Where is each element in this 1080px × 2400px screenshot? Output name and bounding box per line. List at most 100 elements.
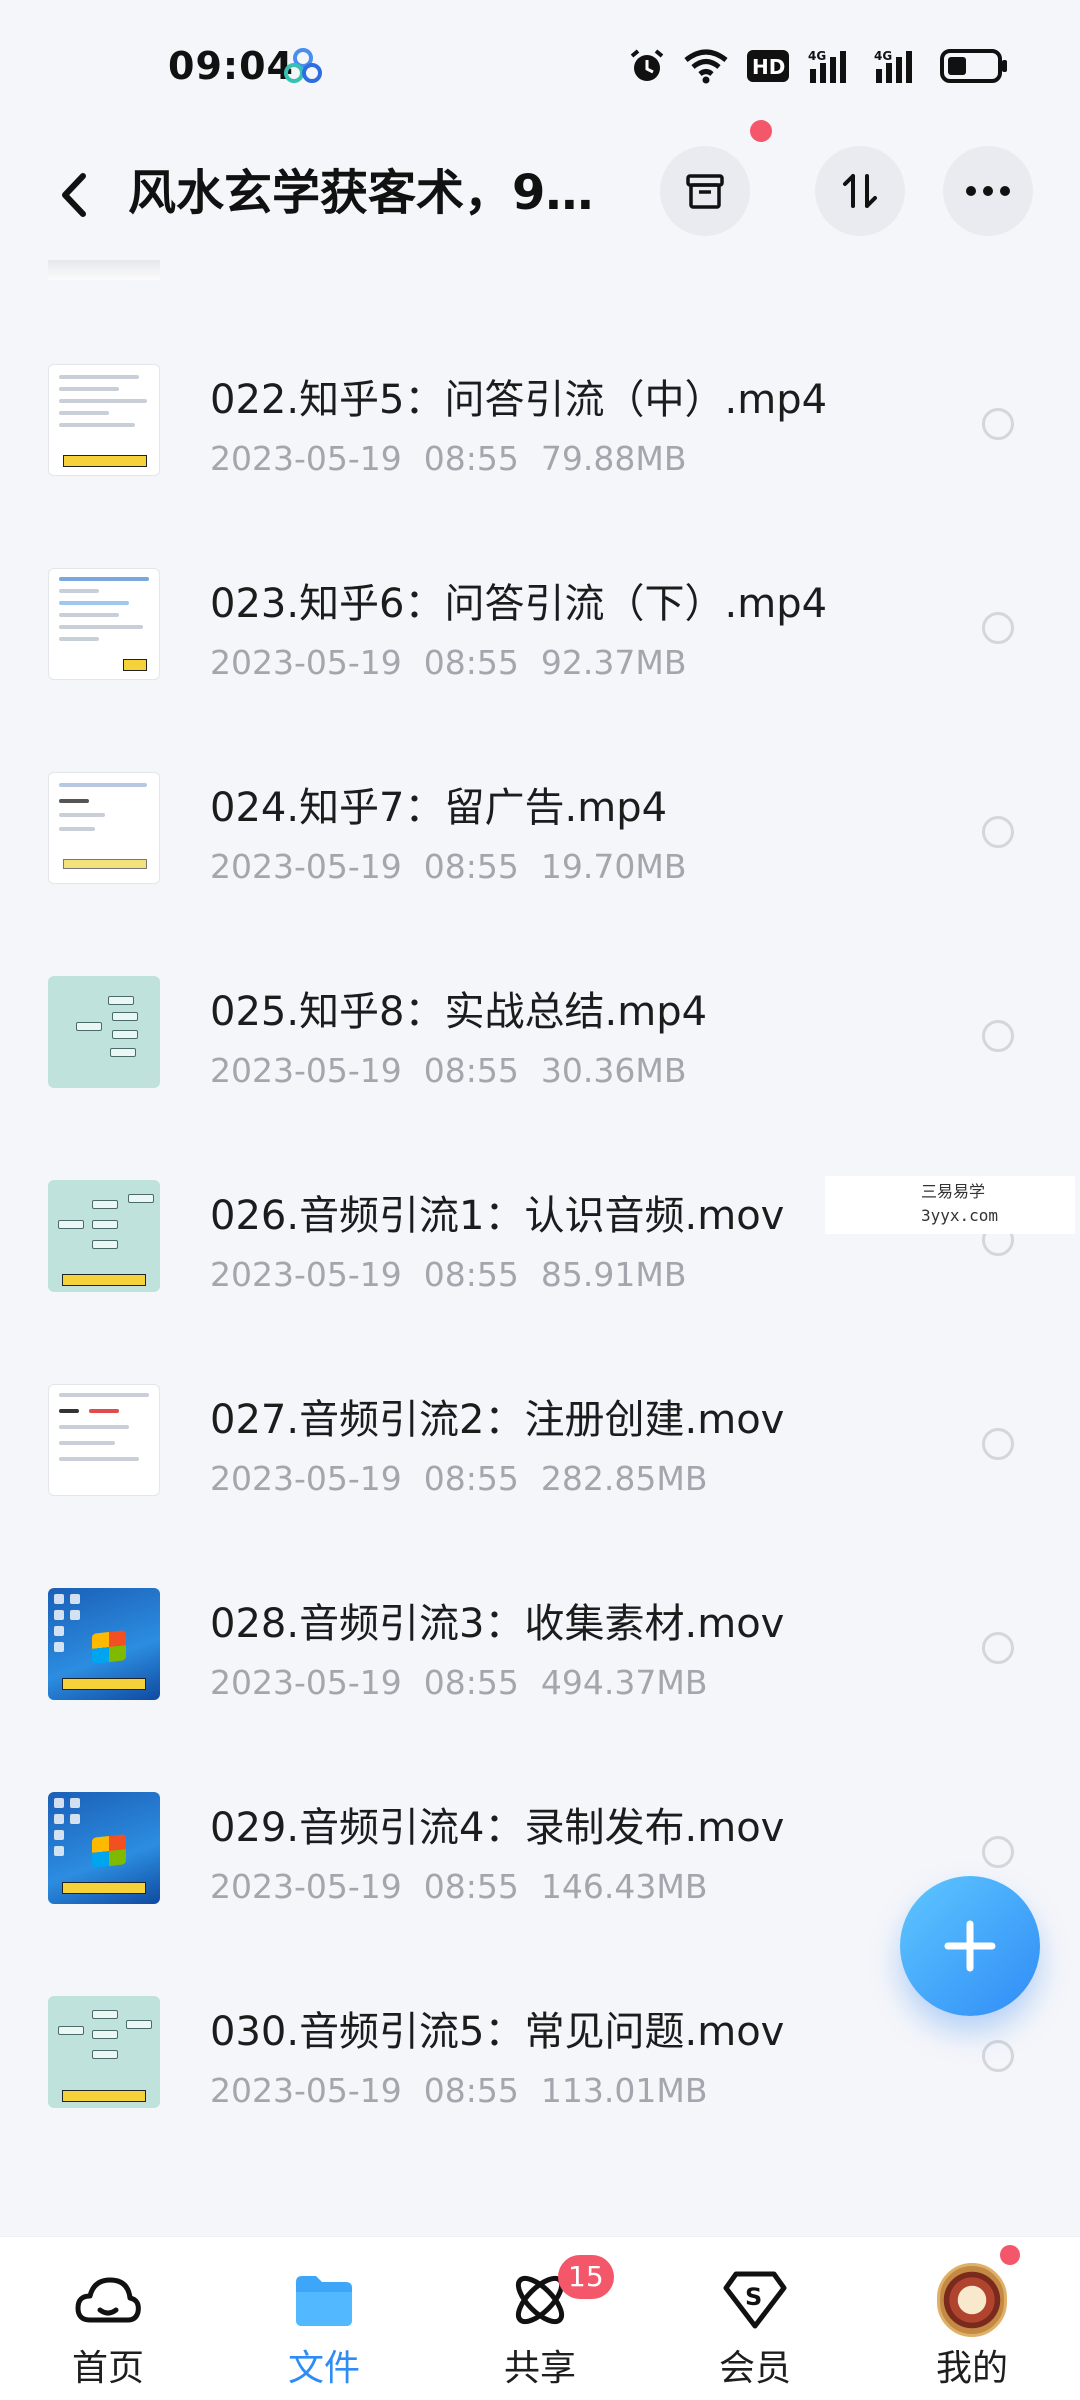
nav-label: 首页	[71, 2348, 144, 2389]
video-thumbnail	[48, 1384, 160, 1496]
archive-button[interactable]	[660, 146, 750, 236]
file-item[interactable]: 028.音频引流3：收集素材.mov 2023-05-19 08:55 494.37…	[0, 1548, 1080, 1752]
video-thumbnail	[48, 772, 160, 884]
file-name: 026.音频引流1：认识音频.mov	[210, 1193, 785, 1239]
app-notification-icon	[283, 46, 323, 86]
nav-vip[interactable]: S 会员	[655, 2237, 855, 2400]
nav-label: 会员	[718, 2348, 791, 2389]
sort-button[interactable]	[815, 146, 905, 236]
file-name: 030.音频引流5：常见问题.mov	[210, 2009, 785, 2055]
video-thumbnail	[48, 1792, 160, 1904]
plus-icon	[944, 1920, 996, 1972]
svg-text:4G: 4G	[808, 49, 826, 63]
nav-mine[interactable]: 我的	[872, 2237, 1072, 2400]
video-thumbnail	[48, 976, 160, 1088]
select-checkbox[interactable]	[982, 2040, 1014, 2072]
svg-text:HD: HD	[752, 55, 785, 79]
file-time: 08:55	[423, 1663, 519, 1702]
notification-dot	[750, 120, 772, 142]
file-time: 08:55	[423, 1867, 519, 1906]
file-item[interactable]: 026.音频引流1：认识音频.mov 2023-05-19 08:55 85.91M…	[0, 1140, 1080, 1344]
battery-icon	[940, 49, 1008, 83]
file-time: 08:55	[423, 439, 519, 478]
video-thumbnail	[48, 364, 160, 476]
file-time: 08:55	[423, 1255, 519, 1294]
file-meta: 2023-05-19 08:55 85.91MB	[210, 1252, 708, 1298]
sort-icon	[843, 174, 877, 208]
file-name: 029.音频引流4：录制发布.mov	[210, 1805, 785, 1851]
more-options-button[interactable]	[943, 146, 1033, 236]
file-name: 025.知乎8：实战总结.mp4	[210, 989, 708, 1035]
folder-icon	[289, 2265, 359, 2335]
file-item[interactable]: 027.音频引流2：注册创建.mov 2023-05-19 08:55 282.85…	[0, 1344, 1080, 1548]
hd-icon: HD	[746, 49, 790, 83]
video-thumbnail	[48, 568, 160, 680]
file-name: 023.知乎6：问答引流（下）.mp4	[210, 581, 828, 627]
signal-4g-icon: 4G	[808, 47, 856, 85]
nav-label: 文件	[287, 2348, 360, 2389]
file-date: 2023-05-19	[210, 1663, 402, 1702]
watermark-line2: 3yyx.com	[921, 1206, 999, 1225]
back-button[interactable]	[44, 160, 104, 230]
page-title: 风水玄学获客术，9...	[128, 165, 598, 221]
video-thumbnail	[48, 1588, 160, 1700]
file-size: 113.01MB	[540, 2071, 708, 2110]
nav-label: 共享	[503, 2348, 576, 2389]
status-icons: HD 4G 4G	[628, 44, 1008, 88]
video-thumbnail	[48, 1996, 160, 2108]
file-time: 08:55	[423, 1459, 519, 1498]
select-checkbox[interactable]	[982, 408, 1014, 440]
file-size: 146.43MB	[540, 1867, 708, 1906]
file-item[interactable]: 025.知乎8：实战总结.mp4 2023-05-19 08:55 30.36MB	[0, 936, 1080, 1140]
add-button[interactable]	[900, 1876, 1040, 2016]
select-checkbox[interactable]	[982, 1428, 1014, 1460]
file-item[interactable]: 023.知乎6：问答引流（下）.mp4 2023-05-19 08:55 92.37…	[0, 528, 1080, 732]
file-meta: 2023-05-19 08:55 30.36MB	[210, 1048, 708, 1094]
select-checkbox[interactable]	[982, 1836, 1014, 1868]
file-size: 19.70MB	[540, 847, 687, 886]
file-date: 2023-05-19	[210, 1255, 402, 1294]
file-name: 024.知乎7：留广告.mp4	[210, 785, 668, 831]
file-meta: 2023-05-19 08:55 113.01MB	[210, 2068, 729, 2114]
file-time: 08:55	[423, 847, 519, 886]
file-name: 028.音频引流3：收集素材.mov	[210, 1601, 785, 1647]
select-checkbox[interactable]	[982, 1632, 1014, 1664]
file-date: 2023-05-19	[210, 643, 402, 682]
file-item[interactable]: 024.知乎7：留广告.mp4 2023-05-19 08:55 19.70MB	[0, 732, 1080, 936]
file-size: 282.85MB	[540, 1459, 708, 1498]
nav-home[interactable]: 首页	[8, 2237, 208, 2400]
back-arrow-icon	[62, 173, 86, 217]
nav-share[interactable]: 15 共享	[440, 2237, 640, 2400]
select-checkbox[interactable]	[982, 1020, 1014, 1052]
home-cloud-icon	[73, 2265, 143, 2335]
nav-label: 我的	[935, 2348, 1008, 2389]
file-size: 92.37MB	[540, 643, 687, 682]
wifi-icon	[684, 48, 728, 84]
file-date: 2023-05-19	[210, 1459, 402, 1498]
status-bar: 09:04 HD 4G 4G	[0, 0, 1080, 130]
avatar	[937, 2263, 1007, 2337]
select-checkbox[interactable]	[982, 816, 1014, 848]
file-time: 08:55	[423, 2071, 519, 2110]
vip-diamond-icon: S	[720, 2265, 790, 2335]
archive-icon	[686, 174, 724, 209]
file-meta: 2023-05-19 08:55 494.37MB	[210, 1660, 729, 1706]
file-time: 08:55	[423, 643, 519, 682]
bottom-nav: 首页 文件 15 共享 S 会员 我的	[0, 2236, 1080, 2400]
file-name: 027.音频引流2：注册创建.mov	[210, 1397, 785, 1443]
select-checkbox[interactable]	[982, 612, 1014, 644]
nav-files[interactable]: 文件	[224, 2237, 424, 2400]
signal-4g-icon: 4G	[874, 47, 922, 85]
more-dots-icon	[966, 186, 1010, 196]
file-size: 79.88MB	[540, 439, 687, 478]
file-date: 2023-05-19	[210, 2071, 402, 2110]
file-item[interactable]: 022.知乎5：问答引流（中）.mp4 2023-05-19 08:55 79.88…	[0, 324, 1080, 528]
share-count-badge: 15	[558, 2255, 614, 2299]
status-time: 09:04	[168, 44, 294, 88]
partial-thumbnail	[48, 260, 160, 280]
file-meta: 2023-05-19 08:55 282.85MB	[210, 1456, 729, 1502]
file-date: 2023-05-19	[210, 1051, 402, 1090]
file-size: 494.37MB	[540, 1663, 708, 1702]
file-time: 08:55	[423, 1051, 519, 1090]
notification-dot	[1000, 2245, 1020, 2265]
